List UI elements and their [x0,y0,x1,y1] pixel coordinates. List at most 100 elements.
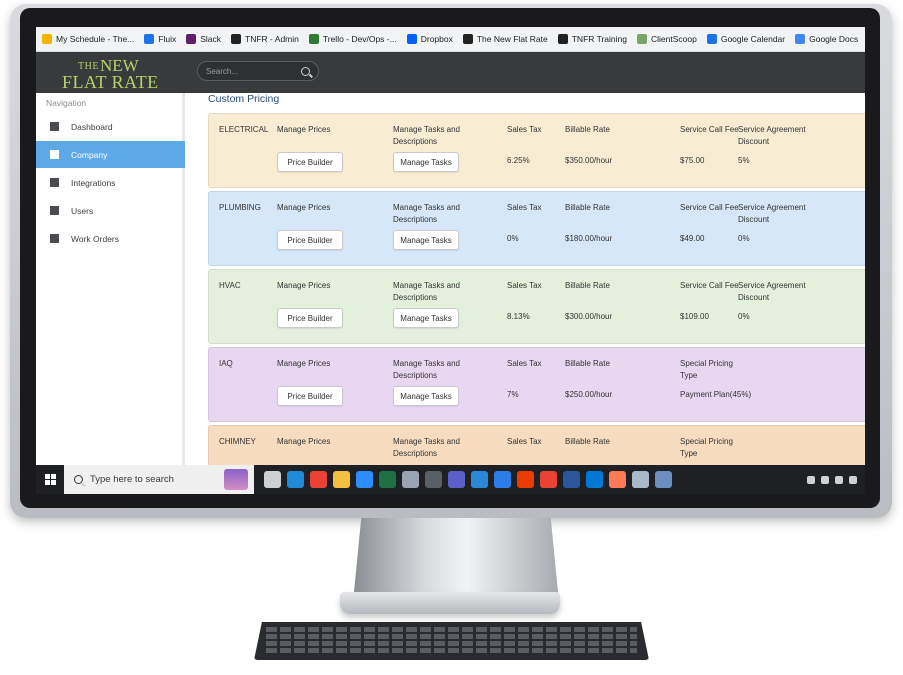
zoom-icon[interactable] [356,471,373,488]
sales-tax-label: Sales Tax [507,281,542,290]
windows-icon [44,474,56,485]
price-builder-button[interactable]: Price Builder [277,230,343,250]
nav-title: Navigation [46,98,87,108]
logo-the: THE [78,61,99,72]
volume-icon[interactable] [835,475,843,484]
sidebar-item-company[interactable]: Company [36,141,185,168]
bookmark-favicon-icon [231,34,242,44]
network-icon[interactable] [821,475,829,484]
bookmark-item[interactable]: TNFR - Admin [231,34,299,44]
users-icon [50,206,59,215]
search-icon[interactable] [301,66,310,76]
price-builder-button[interactable]: Price Builder [277,386,343,406]
column6-label: Service Agreement Discount [738,125,806,146]
trade-name: ELECTRICAL [219,125,269,134]
column6-value: 0% [738,234,750,243]
monitor-stand [353,518,559,602]
word-icon[interactable] [563,471,580,488]
edge-icon[interactable] [287,471,304,488]
manage-prices-label: Manage Prices [277,125,331,134]
logo-flat-rate: FLAT RATE [62,72,159,92]
calendar-icon[interactable] [494,471,511,488]
task-view-icon[interactable] [264,471,281,488]
bookmark-item[interactable]: ClientScoop [637,34,697,44]
bookmark-item[interactable]: My Schedule - The... [42,34,134,44]
column5-label: Service Call Fee [680,203,739,212]
pen-icon[interactable] [632,471,649,488]
start-button[interactable] [36,465,64,494]
bookmark-item[interactable]: TNFR Training [557,34,627,44]
manage-prices-label: Manage Prices [277,437,331,446]
column5-label: Service Call Fee [680,125,739,134]
bookmark-item[interactable]: Fluix [144,34,176,44]
outlook-icon[interactable] [586,471,603,488]
page-title: Custom Pricing [208,93,280,105]
bookmark-item[interactable]: Dropbox [406,34,453,44]
sales-tax-value: 0% [507,234,519,243]
calculator-icon[interactable] [425,471,442,488]
sidebar: Navigation Dashboard Company Integrations U… [36,93,185,465]
taskbar: Type here to search [36,465,865,494]
bookmark-label: Google Calendar [720,34,786,44]
price-builder-button[interactable]: Price Builder [277,308,343,328]
sidebar-item-users[interactable]: Users [36,197,185,224]
column6-value: 0% [738,312,750,321]
bookmark-item[interactable]: The New Flat Rate [462,34,548,44]
manage-prices-label: Manage Prices [277,203,331,212]
app-header: THE NEW FLAT RATE Search... [36,52,865,93]
bookmark-label: The New Flat Rate [476,34,548,44]
search-placeholder: Search... [206,66,239,76]
wifi-icon[interactable] [849,475,857,484]
image-icon[interactable] [471,471,488,488]
excel-icon[interactable] [379,471,396,488]
taskbar-apps [264,471,672,488]
billable-rate-value: $250.00/hour [565,390,613,399]
chevron-up-icon[interactable] [807,475,815,484]
settings-icon[interactable] [655,471,672,488]
brand-logo[interactable]: THE NEW FLAT RATE [62,54,182,92]
column6-label: Service Agreement Discount [738,281,806,302]
price-builder-button[interactable]: Price Builder [277,152,343,172]
bookmark-item[interactable]: Google Calendar [706,34,786,44]
sales-tax-label: Sales Tax [507,203,542,212]
billable-rate-label: Billable Rate [565,125,610,134]
manage-tasks-button[interactable]: Manage Tasks [393,308,459,328]
billable-rate-value: $350.00/hour [565,156,613,165]
office-icon[interactable] [517,471,534,488]
search-input[interactable]: Search... [197,61,319,81]
sidebar-item-integrations[interactable]: Integrations [36,169,185,196]
sales-tax-value: 7% [507,390,519,399]
bookmark-item[interactable]: Google Docs [795,34,858,44]
manage-prices-label: Manage Prices [277,359,331,368]
bookmark-item[interactable]: Trello - Dev/Ops -... [308,34,397,44]
sidebar-item-label: Users [71,205,94,216]
bookmark-item[interactable]: Slack [186,34,221,44]
photos-icon[interactable] [402,471,419,488]
manage-tasks-label: Manage Tasks and Descriptions [393,125,461,146]
teams-icon[interactable] [448,471,465,488]
taskbar-search-text: Type here to search [90,474,174,485]
bookmarks-bar: My Schedule - The... Fluix Slack TNFR - Adm… [36,27,865,52]
column5-label: Special Pricing Type [680,359,733,380]
manage-tasks-button[interactable]: Manage Tasks [393,386,459,406]
taskbar-search[interactable]: Type here to search [64,465,254,494]
work-orders-icon [50,234,59,243]
manage-tasks-button[interactable]: Manage Tasks [393,152,459,172]
file-explorer-icon[interactable] [333,471,350,488]
dashboard-icon [50,122,59,131]
billable-rate-label: Billable Rate [565,359,610,368]
sidebar-item-label: Work Orders [71,233,120,244]
chrome-icon[interactable] [310,471,327,488]
sidebar-item-dashboard[interactable]: Dashboard [36,113,185,140]
sidebar-item-work-orders[interactable]: Work Orders [36,225,185,252]
screen: My Schedule - The... Fluix Slack TNFR - Adm… [36,27,865,494]
hubspot-icon[interactable] [609,471,626,488]
sales-tax-label: Sales Tax [507,125,542,134]
sidebar-item-label: Dashboard [71,121,113,132]
bookmark-label: Trello - Dev/Ops -... [322,34,397,44]
manage-tasks-button[interactable]: Manage Tasks [393,230,459,250]
trade-name: PLUMBING [219,203,261,212]
chrome-active-icon[interactable] [540,471,557,488]
bookmark-favicon-icon [406,34,417,44]
trade-name: HVAC [219,281,241,290]
